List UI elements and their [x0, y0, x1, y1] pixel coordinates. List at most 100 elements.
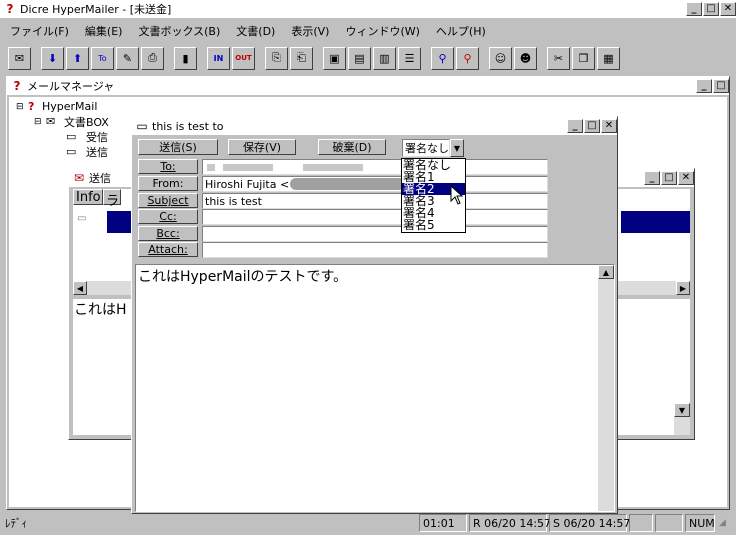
menu-file[interactable]: ファイル(F)	[2, 23, 77, 39]
scroll-up-icon[interactable]: ▲	[598, 265, 614, 279]
tree-box-label: 文書BOX	[64, 115, 109, 129]
signature-select[interactable]: 署名なし ▼	[402, 139, 464, 157]
reply-icon[interactable]: ✎	[116, 46, 139, 70]
signature-option-5[interactable]: 署名5	[402, 219, 465, 231]
outbox-close-button[interactable]: ✕	[678, 171, 694, 185]
subject-value: this is test	[205, 194, 262, 208]
menu-box[interactable]: 文書ボックス(B)	[130, 23, 228, 39]
manager-minimize-button[interactable]: _	[696, 79, 712, 93]
body-vscrollbar[interactable]: ▲	[598, 265, 614, 511]
signature-selected[interactable]: 署名なし	[402, 139, 450, 157]
maximize-button[interactable]: □	[703, 2, 719, 16]
subject-field[interactable]: this is test	[202, 193, 548, 209]
attach-label[interactable]: Attach:	[138, 242, 198, 257]
collapse-icon[interactable]: ⊟	[16, 102, 28, 112]
tree-outbox-label: 送信	[86, 145, 108, 159]
status-received: R 06/20 14:57	[469, 514, 551, 532]
menu-bar: ファイル(F) 編集(E) 文書ボックス(B) 文書(D) 表示(V) ウィンド…	[2, 22, 732, 40]
close-button[interactable]: ✕	[720, 2, 736, 16]
attach-field[interactable]	[202, 242, 548, 258]
menu-help[interactable]: ヘルプ(H)	[428, 23, 494, 39]
arrow-up-icon[interactable]: ⬆	[66, 46, 89, 70]
redacted-block	[303, 164, 363, 171]
table-row-selected-right[interactable]	[621, 211, 690, 233]
to-field[interactable]	[202, 159, 548, 175]
body-area[interactable]: これはHyperMailのテストです。 ▲	[135, 264, 615, 512]
trash-icon[interactable]: ▮	[174, 46, 197, 70]
bcc-label[interactable]: Bcc:	[138, 226, 198, 241]
user-icon[interactable]: ☺	[489, 46, 512, 70]
compose-close-button[interactable]: ✕	[601, 119, 617, 133]
compose-minimize-button[interactable]: _	[567, 119, 583, 133]
arrow-down-icon[interactable]: ⬇	[41, 46, 64, 70]
outbox-maximize-button[interactable]: □	[661, 171, 677, 185]
from-field[interactable]: Hiroshi Fujita <	[202, 176, 548, 192]
scroll-left-icon[interactable]: ◀	[73, 281, 87, 295]
menu-window[interactable]: ウィンドウ(W)	[337, 23, 427, 39]
minimize-button[interactable]: _	[686, 2, 702, 16]
detach-icon[interactable]: ⎗	[290, 46, 313, 70]
outbox-preview-text: これはH	[74, 302, 127, 318]
search-icon[interactable]: ⚲	[431, 46, 454, 70]
envelope-icon: ✉	[46, 115, 56, 128]
app-icon: ?	[6, 2, 14, 16]
compose-maximize-button[interactable]: □	[584, 119, 600, 133]
search-next-icon[interactable]: ⚲	[456, 46, 479, 70]
mouse-cursor-icon	[450, 185, 464, 205]
menu-document[interactable]: 文書(D)	[228, 23, 283, 39]
main-titlebar: ? Dicre HyperMailer - [未送金] _ □ ✕	[0, 0, 736, 18]
user-edit-icon[interactable]: ☻	[514, 46, 537, 70]
outbox-button[interactable]: OUT	[232, 46, 255, 70]
redacted-email	[290, 178, 411, 190]
body-text: これはHyperMailのテストです。	[138, 269, 348, 285]
to-label[interactable]: To:	[138, 159, 198, 174]
list-icon[interactable]: ☰	[398, 46, 421, 70]
mail-row-icon: ▭	[77, 213, 87, 224]
copy-icon[interactable]: ❐	[572, 46, 595, 70]
inbox-folder-icon: ▭	[66, 130, 77, 143]
cc-label[interactable]: Cc:	[138, 209, 198, 224]
collapse-box-icon[interactable]: ⊟	[34, 117, 46, 127]
resize-grip-icon[interactable]: ◢	[716, 514, 734, 532]
check-mail-icon[interactable]: ✉	[8, 46, 31, 70]
tree-inbox[interactable]: ▭ 受信	[16, 129, 109, 144]
discard-button[interactable]: 破棄(D)	[318, 139, 386, 155]
send-button[interactable]: 送信(S)	[138, 139, 218, 155]
status-ready: ﾚﾃﾞｨ	[5, 517, 27, 530]
scroll-down-icon[interactable]: ▼	[674, 403, 690, 417]
preview-vscrollbar[interactable]: ▼	[674, 403, 690, 435]
inbox-button[interactable]: IN	[207, 46, 230, 70]
scroll-right-icon[interactable]: ▶	[676, 281, 690, 295]
status-num: NUM	[685, 514, 715, 532]
forward-icon[interactable]: ⎙	[141, 46, 164, 70]
paste-icon[interactable]: ▦	[597, 46, 620, 70]
new-mail-icon[interactable]: To	[91, 46, 114, 70]
tree-root[interactable]: ⊟ ? HyperMail	[16, 99, 109, 114]
outbox-minimize-button[interactable]: _	[644, 171, 660, 185]
tree-outbox[interactable]: ▭ 送信	[16, 144, 109, 159]
subject-label[interactable]: Subject	[138, 193, 198, 208]
save-icon[interactable]: ▣	[323, 46, 346, 70]
col-ra[interactable]: ラ	[103, 189, 121, 209]
bcc-field[interactable]	[202, 226, 548, 242]
cut-icon[interactable]: ✂	[547, 46, 570, 70]
from-label[interactable]: From:	[138, 176, 198, 191]
tree-inbox-label: 受信	[86, 130, 108, 144]
outbox-window-icon: ✉	[73, 171, 85, 185]
tree-root-label: HyperMail	[42, 100, 98, 113]
manager-restore-button[interactable]: □	[713, 79, 729, 93]
redacted-block	[207, 164, 215, 171]
attach-icon[interactable]: ⎘	[265, 46, 288, 70]
menu-edit[interactable]: 編集(E)	[77, 23, 131, 39]
menu-view[interactable]: 表示(V)	[283, 23, 337, 39]
status-sent: S 06/20 14:57	[549, 514, 630, 532]
status-empty-1	[629, 514, 653, 532]
chevron-down-icon[interactable]: ▼	[450, 139, 464, 157]
col-info[interactable]: Info	[73, 189, 103, 205]
box-icon[interactable]: ▥	[373, 46, 396, 70]
print-icon[interactable]: ▤	[348, 46, 371, 70]
cc-field[interactable]	[202, 209, 548, 225]
mail-manager-title: メールマネージャ	[27, 80, 115, 93]
tree-box[interactable]: ⊟ ✉ 文書BOX	[16, 114, 109, 129]
save-button[interactable]: 保存(V)	[228, 139, 296, 155]
